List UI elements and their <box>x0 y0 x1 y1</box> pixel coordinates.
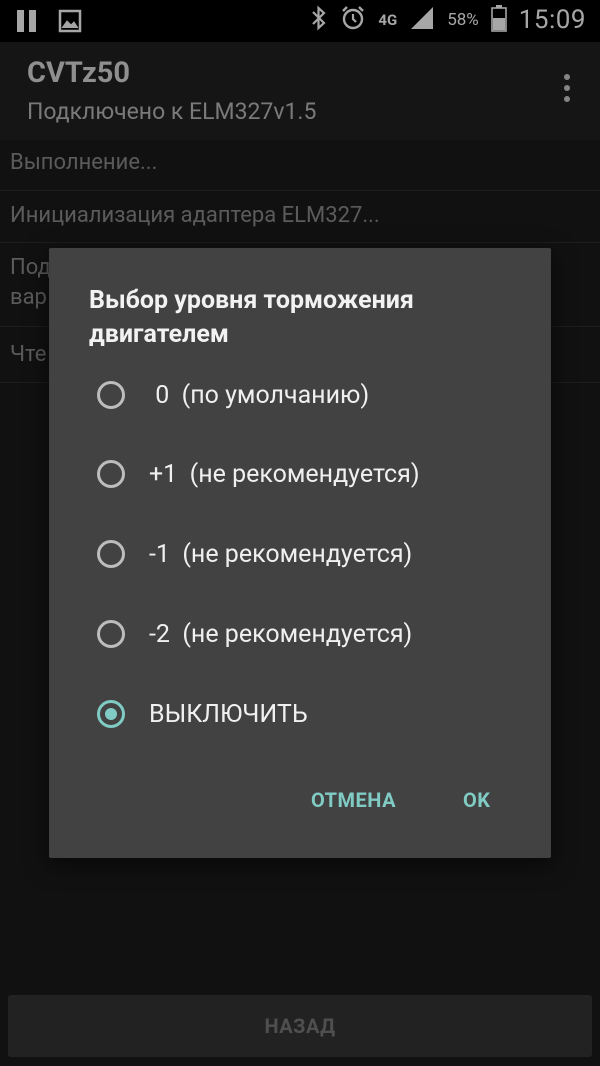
option-label: -1 (не рекомендуется) <box>149 539 413 569</box>
option-label: +1 (не рекомендуется) <box>149 459 420 489</box>
option-minus-2[interactable]: -2 (не рекомендуется) <box>97 604 517 664</box>
option-plus-1[interactable]: +1 (не рекомендуется) <box>97 444 517 504</box>
radio-button[interactable] <box>97 620 125 648</box>
cancel-button[interactable]: ОТМЕНА <box>311 788 396 812</box>
radio-button-checked[interactable] <box>97 700 125 728</box>
engine-braking-dialog: Выбор уровня торможения двигателем 0 (по… <box>49 248 551 858</box>
option-off[interactable]: ВЫКЛЮЧИТЬ <box>97 684 517 744</box>
radio-button[interactable] <box>97 381 125 409</box>
option-label: ВЫКЛЮЧИТЬ <box>149 699 308 729</box>
radio-button[interactable] <box>97 460 125 488</box>
ok-button[interactable]: OK <box>463 788 491 812</box>
option-minus-1[interactable]: -1 (не рекомендуется) <box>97 524 517 584</box>
dialog-title: Выбор уровня торможения двигателем <box>89 286 414 349</box>
option-default[interactable]: 0 (по умолчанию) <box>97 365 517 425</box>
option-label: -2 (не рекомендуется) <box>149 619 413 649</box>
option-label: 0 (по умолчанию) <box>149 380 370 410</box>
radio-button[interactable] <box>97 540 125 568</box>
